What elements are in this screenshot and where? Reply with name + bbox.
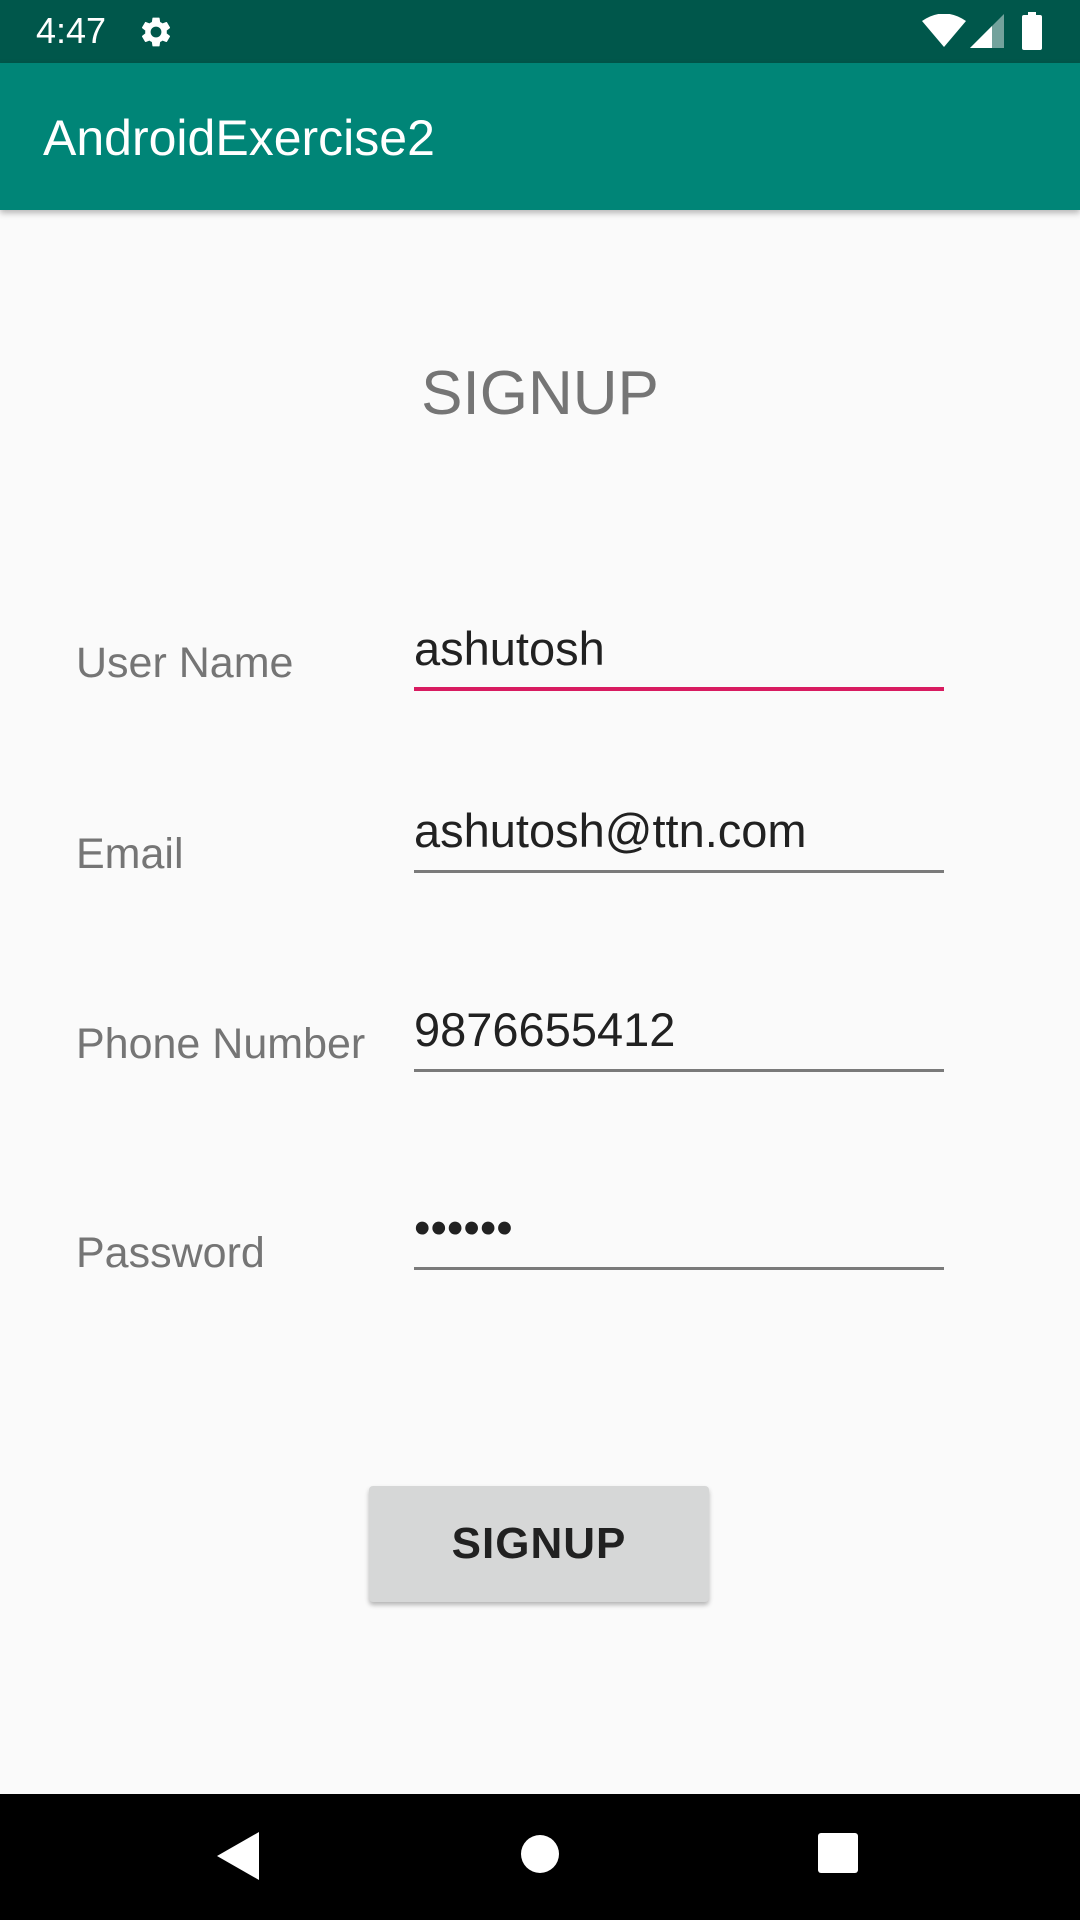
status-bar: 4:47 bbox=[0, 0, 1080, 63]
user-name-input[interactable] bbox=[414, 615, 944, 691]
signal-icon bbox=[970, 14, 1004, 48]
page-title: SIGNUP bbox=[421, 359, 659, 428]
app-title: AndroidExercise2 bbox=[43, 110, 435, 166]
user-name-label: User Name bbox=[76, 639, 294, 687]
gear-icon bbox=[141, 17, 171, 47]
app-bar: AndroidExercise2 bbox=[0, 63, 1080, 210]
navigation-bar bbox=[0, 1794, 1080, 1920]
home-icon[interactable] bbox=[520, 1834, 560, 1874]
phone-number-label: Phone Number bbox=[76, 1020, 366, 1068]
password-label: Password bbox=[76, 1229, 265, 1277]
wifi-icon bbox=[922, 14, 966, 47]
password-input[interactable] bbox=[414, 1194, 944, 1270]
email-label: Email bbox=[76, 830, 184, 878]
email-input[interactable] bbox=[414, 797, 944, 873]
phone-number-input[interactable] bbox=[414, 996, 944, 1072]
status-time: 4:47 bbox=[36, 10, 107, 51]
back-icon[interactable] bbox=[217, 1832, 259, 1880]
signup-button[interactable]: SIGNUP bbox=[369, 1486, 709, 1602]
recents-icon[interactable] bbox=[818, 1833, 858, 1873]
battery-icon bbox=[1022, 12, 1042, 50]
